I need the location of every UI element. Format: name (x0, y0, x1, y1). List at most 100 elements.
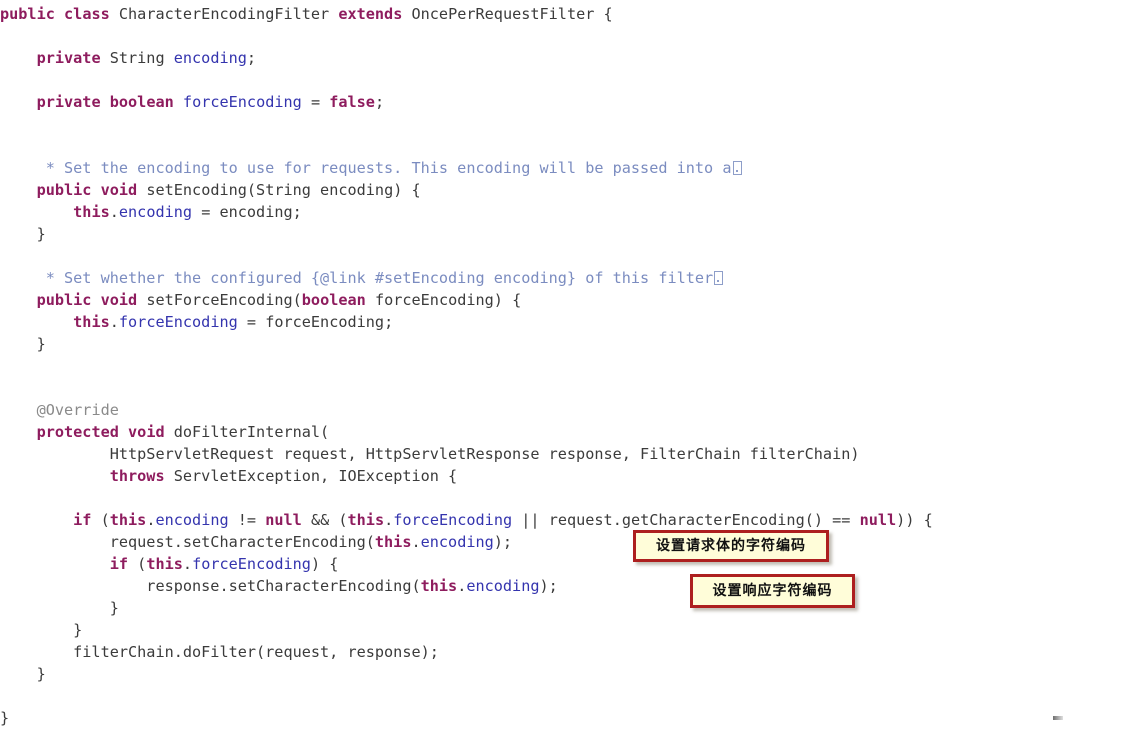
code-token-pln: setForceEncoding( (137, 291, 302, 309)
request-encoding-callout: 设置请求体的字符编码 (633, 530, 829, 562)
code-token-kw: this (374, 533, 412, 551)
code-token-pln: String (100, 49, 174, 67)
code-listing: public class CharacterEncodingFilter ext… (0, 0, 1127, 727)
code-line: private boolean forceEncoding = false; (0, 91, 385, 113)
code-token-fld: forceEncoding (182, 93, 302, 111)
code-line: * Set the encoding to use for requests. … (0, 157, 742, 179)
code-token-kw: void (100, 181, 138, 199)
code-token-kw: protected (36, 423, 119, 441)
code-token-pln: } (0, 225, 46, 243)
code-token-fld: encoding (173, 49, 247, 67)
code-token-pln: HttpServletRequest request, HttpServletR… (0, 445, 860, 463)
code-token-pln: ; (246, 49, 257, 67)
code-token-pln (0, 511, 73, 529)
code-token-pln (0, 555, 110, 573)
code-token-pln (119, 423, 128, 441)
code-line: request.setCharacterEncoding(this.encodi… (0, 531, 512, 553)
code-token-kw: class (64, 5, 110, 23)
code-token-pln: ( (91, 511, 110, 529)
code-line: this.encoding = encoding; (0, 201, 302, 223)
code-token-pln: setEncoding(String encoding) { (137, 181, 421, 199)
code-token-pln (91, 291, 100, 309)
code-token-pln (0, 423, 37, 441)
code-token-pln: != (228, 511, 266, 529)
code-token-kw: public (36, 181, 92, 199)
code-token-pln: ; (374, 93, 385, 111)
code-line: public void setEncoding(String encoding)… (0, 179, 421, 201)
code-token-pln: request.setCharacterEncoding( (0, 533, 375, 551)
code-token-pln: } (0, 709, 10, 727)
code-token-fld: encoding (466, 577, 540, 595)
code-token-pln: . (384, 511, 394, 529)
code-token-pln: = forceEncoding; (237, 313, 394, 331)
code-token-pln: } (0, 665, 46, 683)
code-line: throws ServletException, IOException { (0, 465, 457, 487)
code-line: protected void doFilterInternal( (0, 421, 330, 443)
code-token-kw: throws (109, 467, 165, 485)
code-token-pln (91, 181, 100, 199)
code-token-kw: extends (338, 5, 403, 23)
code-token-cmt: * Set the encoding to use for requests. … (0, 159, 732, 177)
code-line: HttpServletRequest request, HttpServletR… (0, 443, 860, 465)
code-token-kw: this (146, 555, 183, 573)
code-line: filterChain.doFilter(request, response); (0, 641, 439, 663)
code-token-pln: ServletException, IOException { (164, 467, 458, 485)
code-token-kw: void (128, 423, 165, 441)
code-token-pln: . (182, 555, 193, 573)
code-token-pln (0, 203, 73, 221)
code-line: response.setCharacterEncoding(this.encod… (0, 575, 558, 597)
code-token-pln: || request.getCharacterEncoding() == (512, 511, 860, 529)
code-line: this.forceEncoding = forceEncoding; (0, 311, 393, 333)
missing-glyph-icon (714, 271, 724, 285)
code-token-pln (0, 93, 37, 111)
code-token-fld: forceEncoding (192, 555, 311, 573)
code-token-pln: response.setCharacterEncoding( (0, 577, 421, 595)
code-token-pln: . (457, 577, 467, 595)
code-token-pln (0, 313, 73, 331)
code-token-fld: encoding (420, 533, 494, 551)
callout-label: 设置请求体的字符编码 (656, 538, 806, 554)
code-token-pln: = (301, 93, 330, 111)
code-line: } (0, 707, 9, 729)
code-token-pln: ); (493, 533, 513, 551)
code-token-kw: false (329, 93, 375, 111)
code-token-kw: null (265, 511, 302, 529)
code-token-fld: encoding (118, 203, 193, 221)
code-token-pln: ) { (310, 555, 339, 573)
code-token-pln (0, 401, 37, 419)
code-token-pln: && ( (301, 511, 348, 529)
code-token-kw: boolean (301, 291, 366, 309)
code-token-pln: . (109, 313, 119, 331)
code-token-fld: encoding (155, 511, 229, 529)
code-token-kw: this (420, 577, 458, 595)
corner-artifact (1053, 716, 1063, 720)
code-line: } (0, 223, 46, 245)
code-token-kw: private (36, 93, 101, 111)
code-token-kw: void (100, 291, 138, 309)
code-token-kw: this (109, 511, 147, 529)
code-line: } (0, 619, 82, 641)
code-line: private String encoding; (0, 47, 256, 69)
code-token-pln: doFilterInternal( (164, 423, 330, 441)
code-token-pln: . (411, 533, 421, 551)
code-token-kw: private (36, 49, 101, 67)
response-encoding-callout: 设置响应字符编码 (690, 574, 855, 608)
missing-glyph-icon (732, 161, 742, 175)
code-token-pln (174, 93, 183, 111)
code-token-pln: } (0, 599, 119, 617)
code-token-pln: )) { (896, 511, 933, 529)
code-line: * Set whether the configured {@link #set… (0, 267, 724, 289)
code-line: @Override (0, 399, 119, 421)
code-token-pln: OncePerRequestFilter { (402, 5, 613, 23)
code-token-pln: . (109, 203, 119, 221)
code-token-kw: this (347, 511, 385, 529)
code-token-pln (0, 467, 110, 485)
callout-label: 设置响应字符编码 (712, 583, 833, 599)
code-token-pln: = encoding; (192, 203, 302, 221)
code-token-pln: } (0, 335, 46, 353)
code-token-fld: forceEncoding (393, 511, 513, 529)
code-token-kw: this (73, 203, 110, 221)
code-token-kw: null (859, 511, 897, 529)
code-token-kw: if (73, 511, 92, 529)
code-token-fld: forceEncoding (118, 313, 238, 331)
